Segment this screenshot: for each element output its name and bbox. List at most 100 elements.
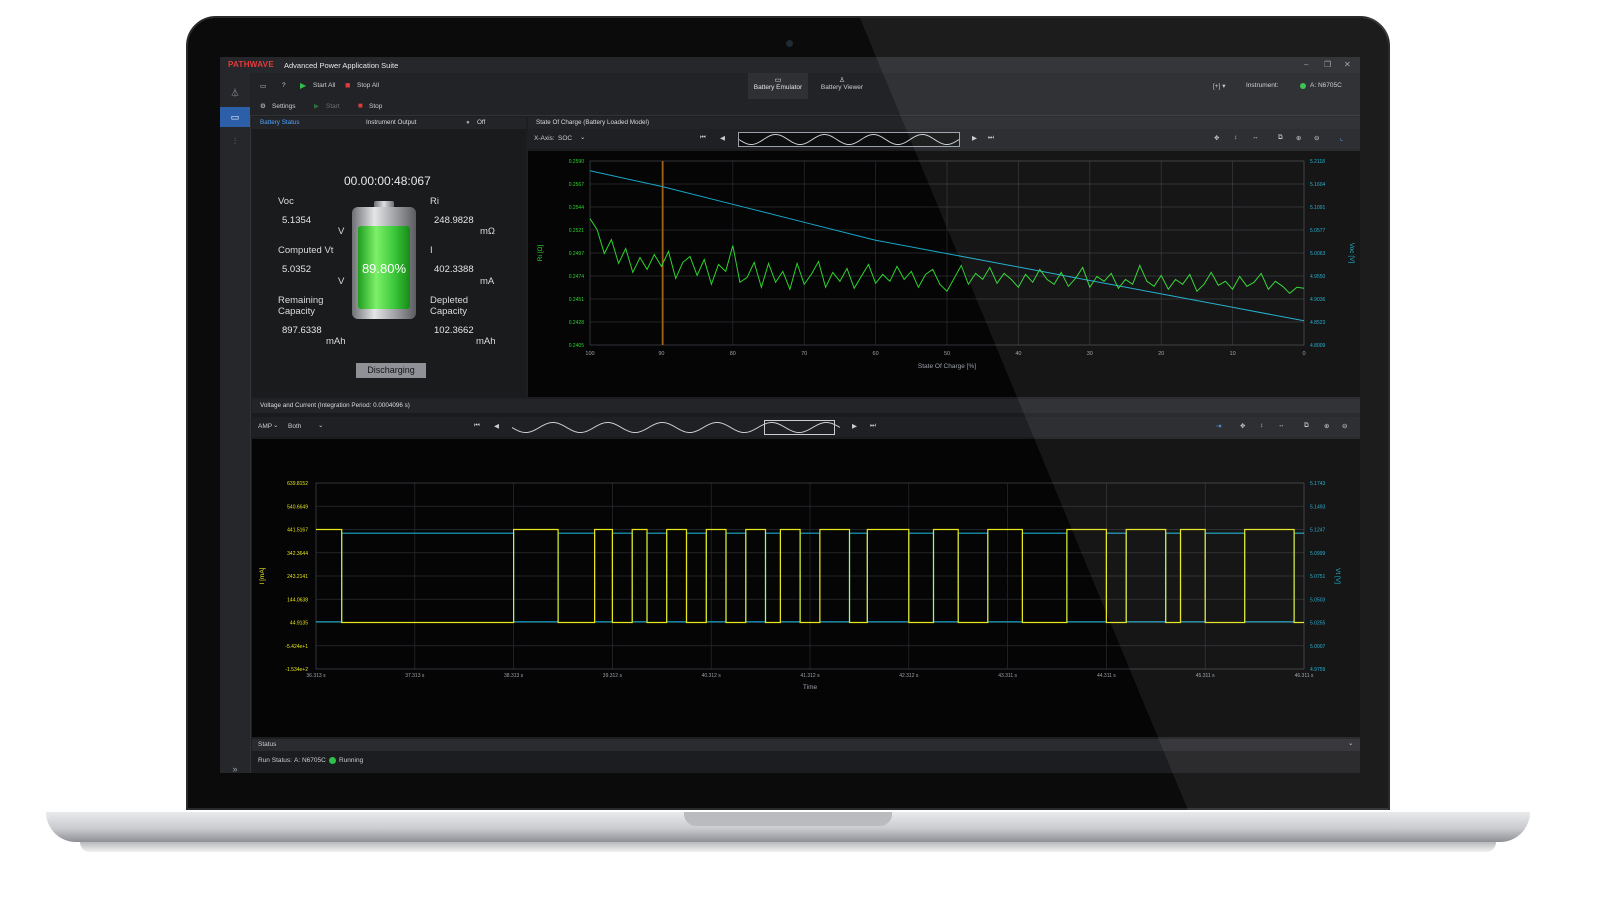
chart-nav-icon[interactable]: ⏃ bbox=[220, 83, 250, 103]
step-forward-icon[interactable]: ▶ bbox=[972, 134, 977, 142]
x-tick-label: 44.311 s bbox=[1097, 673, 1116, 679]
stop-icon: ■ bbox=[358, 101, 363, 110]
output-state: Off bbox=[477, 119, 486, 126]
tab-instrument-output[interactable]: Instrument Output bbox=[366, 117, 416, 129]
x-tick-label: 39.312 s bbox=[603, 673, 623, 679]
run-status-instrument: A: N6705C bbox=[294, 757, 326, 764]
xaxis-select[interactable]: SOC bbox=[558, 135, 572, 142]
y-tick-label-left: 639.8152 bbox=[287, 481, 308, 487]
maximize-button[interactable]: ❐ bbox=[1324, 60, 1331, 69]
vertical-fit-icon[interactable]: ↕ bbox=[1234, 134, 1237, 141]
help-icon[interactable]: ? bbox=[282, 82, 286, 89]
side-navigation: ⏃ ▭ ⫶ » bbox=[220, 73, 251, 773]
y-tick-label-right: 5.0751 bbox=[1310, 574, 1326, 580]
zoom-box-icon[interactable]: ⧉ bbox=[1304, 422, 1309, 430]
chevron-down-icon[interactable]: ⌄ bbox=[318, 421, 323, 429]
zoom-out-icon[interactable]: ⊖ bbox=[1342, 422, 1347, 430]
tab-battery-viewer[interactable]: ♙ Battery Viewer bbox=[812, 76, 872, 99]
y-tick-label-left: 0.2497 bbox=[569, 251, 585, 257]
y-axis-label-right: Vt [V] bbox=[1334, 568, 1341, 584]
expand-nav-icon[interactable]: » bbox=[220, 759, 250, 773]
soc-chart[interactable]: 100 90 80 70 60 50 40 30 20 10 00.2590 5.21180.2567… bbox=[528, 151, 1360, 397]
main-toolbar: ▭ ? ▶ Start All ■ Stop All ▭ Battery Emu… bbox=[250, 73, 1360, 99]
app-logo: PATHWAVE bbox=[228, 60, 274, 69]
analysis-nav-icon[interactable]: ⫶ bbox=[220, 131, 250, 151]
x-tick-label: 50 bbox=[944, 351, 950, 357]
current-value: 402.3388 bbox=[434, 264, 474, 275]
tab-battery-status[interactable]: Battery Status bbox=[260, 119, 300, 126]
laptop-lid-notch bbox=[684, 812, 892, 826]
stop-all-icon: ■ bbox=[345, 80, 351, 90]
chevron-down-icon[interactable]: ⌄ bbox=[273, 421, 278, 429]
pan-icon[interactable]: ✥ bbox=[1214, 134, 1219, 142]
vertical-fit-icon[interactable]: ↕ bbox=[1260, 422, 1263, 429]
remaining-capacity-label: Remaining bbox=[278, 295, 324, 306]
y-tick-label-right: 5.1604 bbox=[1310, 182, 1326, 188]
x-tick-label: 40.312 s bbox=[702, 673, 722, 679]
horizontal-fit-icon[interactable]: ↔ bbox=[1278, 422, 1285, 429]
y-tick-label-right: 5.1493 bbox=[1310, 504, 1326, 510]
tab-battery-viewer-label: Battery Viewer bbox=[820, 84, 864, 91]
soc-panel-title: State Of Charge (Battery Loaded Model) bbox=[528, 117, 1360, 129]
y-tick-label-left: 243.2141 bbox=[287, 574, 308, 580]
voc-label: Voc bbox=[278, 196, 294, 207]
fast-forward-icon[interactable]: ⏭ bbox=[988, 134, 994, 142]
x-axis-label: State Of Charge [%] bbox=[918, 363, 976, 370]
x-tick-label: 60 bbox=[873, 351, 879, 357]
discharging-button[interactable]: Discharging bbox=[356, 363, 426, 378]
fit-icon[interactable]: ⇥ bbox=[1216, 422, 1221, 430]
tab-battery-emulator[interactable]: ▭ Battery Emulator bbox=[748, 73, 808, 99]
battery-nav-icon[interactable]: ▭ bbox=[220, 107, 250, 127]
fast-forward-icon[interactable]: ⏭ bbox=[870, 422, 876, 430]
overview-scrollbar[interactable] bbox=[512, 420, 842, 435]
soc-toolbar: X-Axis: SOC ⌄ ⏮ ◀ ▶ ⏭ ✥ ↕ ↔ ⧉ ⊕ ⊖ ⌞ bbox=[528, 129, 1360, 149]
start-all-button[interactable]: Start All bbox=[313, 82, 335, 89]
amp-select[interactable]: AMP bbox=[258, 423, 272, 430]
cursor-icon[interactable]: ⌞ bbox=[1340, 134, 1343, 142]
folder-icon[interactable]: ▭ bbox=[260, 82, 266, 90]
y-tick-label-right: 5.0577 bbox=[1310, 228, 1326, 234]
remaining-capacity-value: 897.6338 bbox=[282, 325, 322, 336]
step-forward-icon[interactable]: ▶ bbox=[852, 422, 857, 430]
rewind-icon[interactable]: ⏮ bbox=[474, 422, 480, 430]
battery-tab-icon: ▭ bbox=[774, 77, 782, 84]
zoom-box-icon[interactable]: ⧉ bbox=[1278, 134, 1283, 142]
connect-icon[interactable]: [+] ▾ bbox=[1213, 82, 1225, 90]
remaining-capacity-unit: mAh bbox=[326, 336, 346, 347]
computed-vt-value: 5.0352 bbox=[282, 264, 312, 275]
step-back-icon[interactable]: ◀ bbox=[494, 422, 499, 430]
y-tick-label-right: 5.1743 bbox=[1310, 481, 1326, 487]
battery-panel: Battery Status Instrument Output ● Off 0… bbox=[252, 117, 526, 397]
computed-vt-unit: V bbox=[338, 276, 345, 287]
rewind-icon[interactable]: ⏮ bbox=[700, 134, 706, 142]
output-toggle-icon[interactable]: ● bbox=[466, 117, 470, 129]
voltage-current-chart[interactable]: 639.8152 5.1743 540.6649 5.1493 441.5167 5.12… bbox=[252, 439, 1360, 737]
y-tick-label-right: 4.9036 bbox=[1310, 297, 1326, 303]
zoom-in-icon[interactable]: ⊕ bbox=[1296, 134, 1301, 142]
overview-scrollbar[interactable] bbox=[738, 132, 960, 147]
remaining-capacity-label-2: Capacity bbox=[278, 306, 315, 317]
depleted-capacity-value: 102.3662 bbox=[434, 325, 474, 336]
trace-select[interactable]: Both bbox=[288, 423, 301, 430]
zoom-out-icon[interactable]: ⊖ bbox=[1314, 134, 1319, 142]
zoom-in-icon[interactable]: ⊕ bbox=[1324, 422, 1329, 430]
instrument-select[interactable]: A: N6705C bbox=[1310, 82, 1342, 89]
y-tick-label-left: 0.2428 bbox=[569, 320, 585, 326]
settings-button[interactable]: Settings bbox=[272, 103, 296, 110]
start-button[interactable]: Start bbox=[326, 103, 340, 110]
stop-button[interactable]: Stop bbox=[369, 103, 382, 110]
chevron-down-icon[interactable]: ⌄ bbox=[1348, 739, 1353, 747]
close-button[interactable]: ✕ bbox=[1344, 60, 1351, 69]
xaxis-label: X-Axis: bbox=[534, 135, 555, 142]
run-status-state: Running bbox=[339, 757, 364, 764]
webcam bbox=[786, 40, 793, 47]
instrument-connected-icon bbox=[1300, 83, 1306, 89]
chevron-down-icon[interactable]: ⌄ bbox=[580, 133, 585, 141]
horizontal-fit-icon[interactable]: ↔ bbox=[1252, 134, 1259, 141]
step-back-icon[interactable]: ◀ bbox=[720, 134, 725, 142]
y-tick-label-right: 4.9550 bbox=[1310, 274, 1326, 280]
y-tick-label-left: 44.9135 bbox=[290, 621, 308, 627]
stop-all-button[interactable]: Stop All bbox=[357, 82, 379, 89]
pan-icon[interactable]: ✥ bbox=[1240, 422, 1245, 430]
minimize-button[interactable]: – bbox=[1304, 60, 1308, 69]
